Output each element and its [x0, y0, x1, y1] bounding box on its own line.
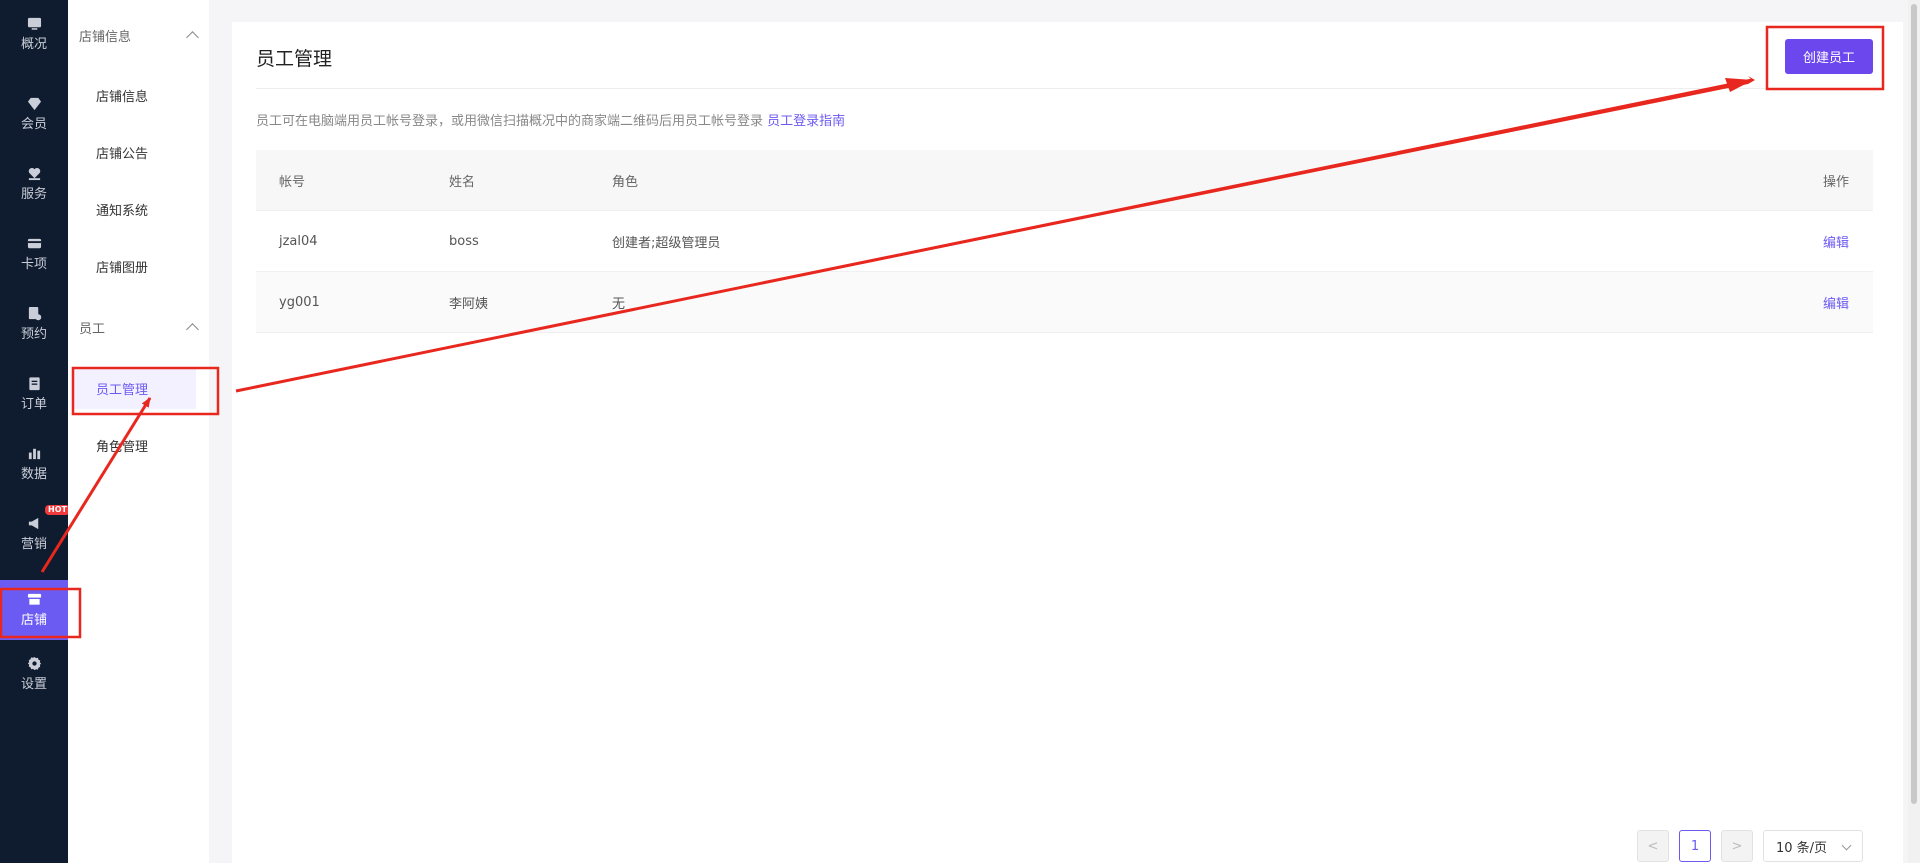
submenu-group-store-info[interactable]: 店铺信息: [68, 15, 209, 55]
submenu-group-staff[interactable]: 员工: [68, 307, 209, 347]
page-1-button[interactable]: 1: [1679, 830, 1711, 862]
header-name: 姓名: [449, 174, 476, 190]
chevron-down-icon: [1841, 840, 1852, 851]
table-header-row: 帐号 姓名 角色 操作: [256, 150, 1873, 211]
nav-item-label: 订单: [20, 397, 47, 412]
nav-item-label: 设置: [20, 677, 47, 692]
monitor-icon: [26, 15, 42, 31]
edit-link[interactable]: 编辑: [1823, 272, 1849, 332]
page-title: 员工管理: [256, 48, 333, 70]
submenu-item-store-notice[interactable]: 店铺公告: [73, 131, 196, 173]
edit-link[interactable]: 编辑: [1823, 211, 1849, 271]
nav-item-label: 会员: [20, 117, 47, 132]
staff-login-guide-link[interactable]: 员工登录指南: [767, 114, 845, 129]
nav-item-label: 概况: [20, 37, 47, 52]
cell-role: 无: [612, 296, 626, 312]
cell-name: boss: [449, 233, 479, 249]
page-size-select[interactable]: 10 条/页: [1763, 830, 1863, 862]
main-panel: 员工管理 创建员工 员工可在电脑端用员工帐号登录，或用微信扫描概况中的商家端二维…: [232, 22, 1903, 863]
nav-item-services[interactable]: 服务: [0, 154, 68, 214]
nav-item-data[interactable]: 数据: [0, 434, 68, 494]
clipboard-icon: [26, 375, 42, 391]
submenu-item-store-album[interactable]: 店铺图册: [73, 245, 196, 287]
header-actions: 操作: [1822, 174, 1849, 190]
gear-icon: [26, 655, 42, 671]
cell-account: jzal04: [279, 233, 318, 249]
page-scrollbar[interactable]: [1908, 0, 1920, 863]
submenu-item-staff-management[interactable]: 员工管理: [73, 367, 196, 409]
nav-item-label: 数据: [20, 467, 47, 482]
nav-item-label: 预约: [20, 327, 47, 342]
nav-item-settings[interactable]: 设置: [0, 644, 68, 704]
calendar-icon: [26, 305, 42, 321]
scrollbar-thumb[interactable]: [1911, 4, 1917, 804]
nav-item-marketing[interactable]: HOT 营销: [0, 504, 70, 564]
nav-item-overview[interactable]: 概况: [0, 4, 68, 64]
nav-item-members[interactable]: 会员: [0, 84, 68, 144]
divider: [256, 88, 1873, 89]
diamond-icon: [26, 95, 42, 111]
bar-chart-icon: [26, 445, 42, 461]
store-submenu: 店铺信息 店铺信息 店铺公告 通知系统 店铺图册 员工 员工管理 角色管理: [68, 0, 209, 863]
nav-item-label: 营销: [20, 537, 47, 552]
megaphone-icon: [26, 515, 42, 531]
page-size-value: 10 条/页: [1776, 840, 1828, 856]
prev-page-button[interactable]: <: [1637, 830, 1669, 862]
hint-text: 员工可在电脑端用员工帐号登录，或用微信扫描概况中的商家端二维码后用员工帐号登录: [256, 114, 764, 129]
submenu-item-notification-system[interactable]: 通知系统: [73, 188, 196, 230]
table-row: yg001 李阿姨 无 编辑: [256, 272, 1873, 333]
chevron-up-icon: [186, 322, 199, 336]
hot-badge: HOT: [45, 505, 70, 515]
submenu-item-role-management[interactable]: 角色管理: [73, 424, 196, 466]
group-title: 店铺信息: [79, 29, 132, 45]
create-staff-button[interactable]: 创建员工: [1785, 39, 1873, 74]
cell-account: yg001: [279, 294, 320, 310]
nav-item-store[interactable]: 店铺: [0, 580, 68, 640]
cell-role: 创建者;超级管理员: [612, 235, 721, 251]
nav-item-orders[interactable]: 订单: [0, 364, 68, 424]
header-role: 角色: [612, 174, 639, 190]
table-row: jzal04 boss 创建者;超级管理员 编辑: [256, 211, 1873, 272]
heart-hand-icon: [26, 165, 42, 181]
store-icon: [26, 591, 42, 607]
staff-table: 帐号 姓名 角色 操作 jzal04 boss 创建者;超级管理员 编辑 yg0…: [256, 150, 1873, 333]
nav-item-cards[interactable]: 卡项: [0, 224, 68, 284]
card-icon: [26, 235, 42, 251]
nav-item-booking[interactable]: 预约: [0, 294, 68, 354]
nav-item-label: 服务: [20, 187, 47, 202]
next-page-button[interactable]: >: [1721, 830, 1753, 862]
main-nav-rail: 概况 会员 服务 卡项 预约 订单 数据 HOT 营销 店铺 设置: [0, 0, 70, 863]
group-title: 员工: [79, 321, 106, 337]
nav-item-label: 店铺: [20, 613, 47, 628]
header-account: 帐号: [279, 174, 306, 190]
cell-name: 李阿姨: [449, 296, 489, 312]
chevron-up-icon: [186, 30, 199, 44]
submenu-item-store-info[interactable]: 店铺信息: [73, 74, 196, 116]
login-hint: 员工可在电脑端用员工帐号登录，或用微信扫描概况中的商家端二维码后用员工帐号登录 …: [256, 110, 845, 129]
nav-item-label: 卡项: [20, 257, 47, 272]
